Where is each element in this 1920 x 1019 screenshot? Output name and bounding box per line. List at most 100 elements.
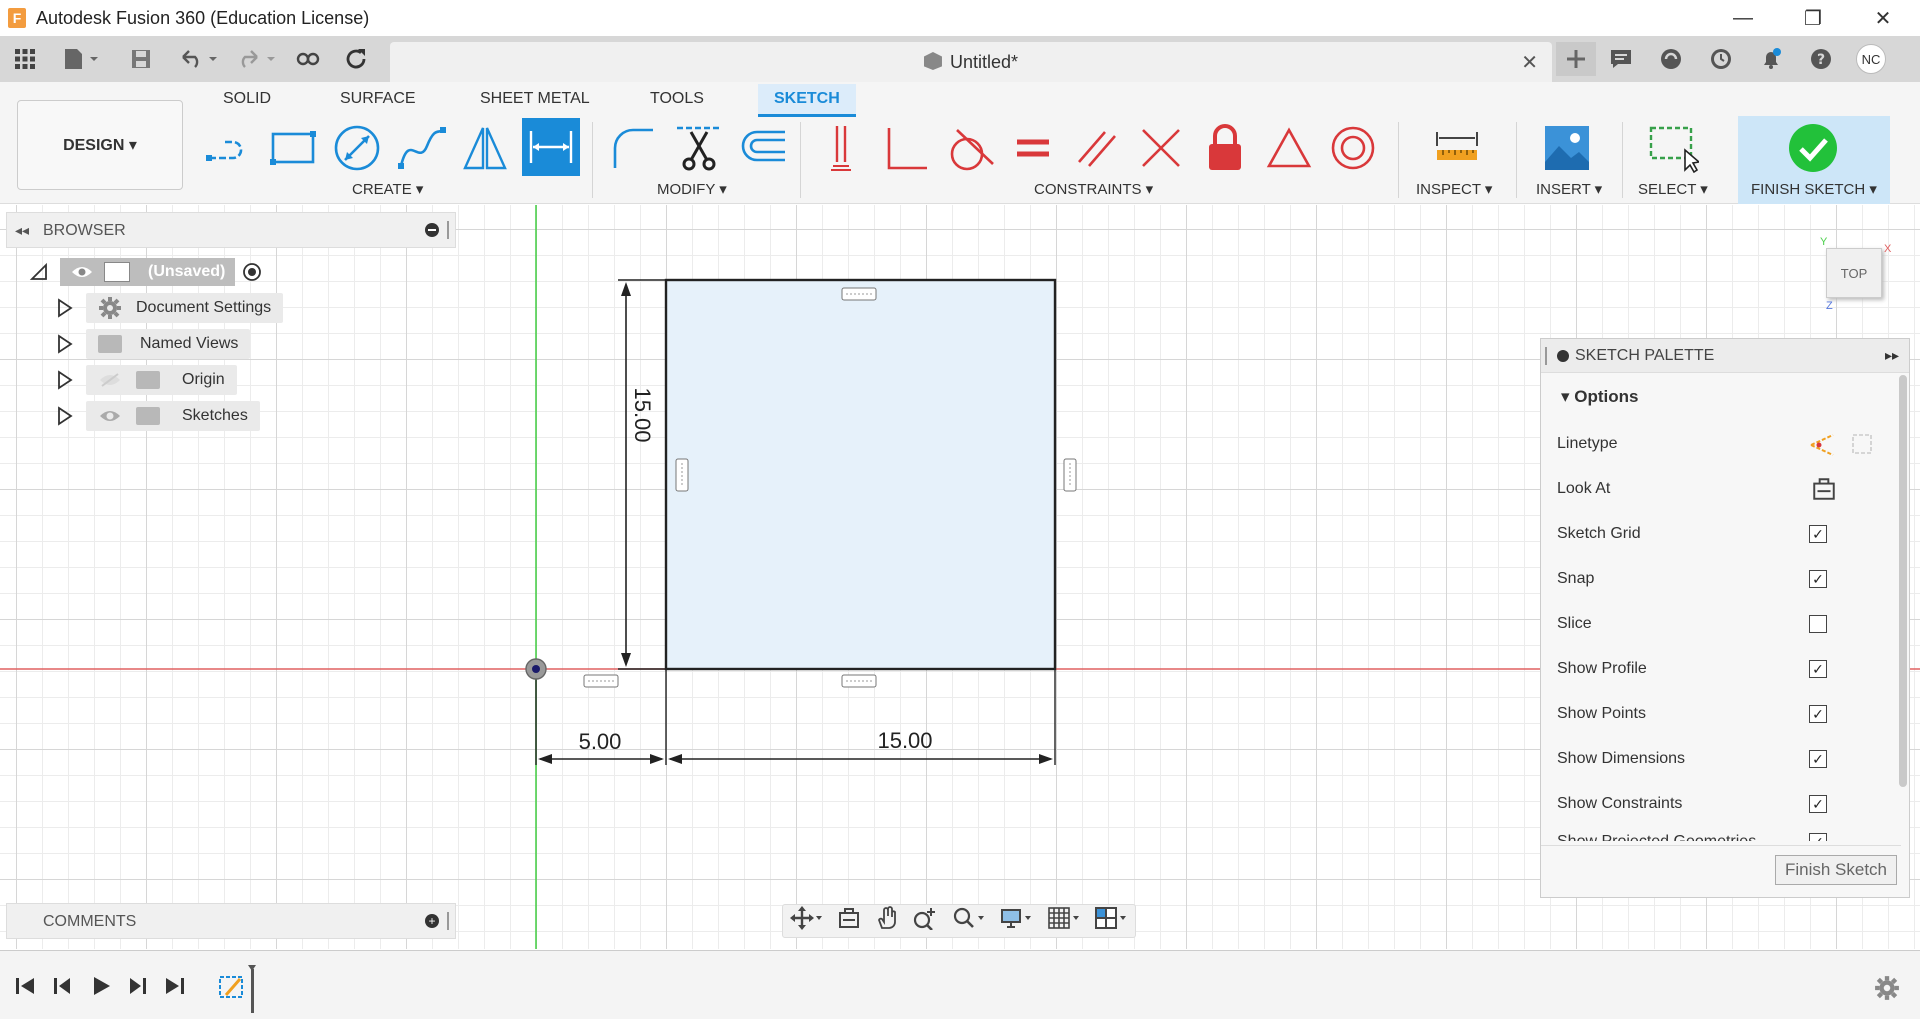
options-section-toggle[interactable]: ▾ Options: [1561, 387, 1638, 407]
zoom-icon[interactable]: [912, 906, 938, 936]
dimension-height-text[interactable]: 15.00: [622, 387, 662, 442]
concentric-constraint-icon[interactable]: [1324, 120, 1382, 176]
palette-minimize-icon[interactable]: [1557, 350, 1569, 362]
line-tool-icon[interactable]: [200, 120, 258, 176]
finish-sketch-dropdown[interactable]: FINISH SKETCH ▾: [1751, 180, 1877, 198]
show-points-checkbox[interactable]: ✓: [1809, 705, 1827, 723]
browser-item-sketches[interactable]: Sketches: [56, 401, 260, 431]
modify-group-dropdown[interactable]: MODIFY ▾: [657, 180, 727, 198]
step-forward-icon[interactable]: [126, 975, 148, 1003]
show-constraints-checkbox[interactable]: ✓: [1809, 795, 1827, 813]
extensions-icon[interactable]: [1646, 42, 1696, 76]
triangle-constraint-icon[interactable]: [1260, 120, 1318, 176]
data-panel-grid-icon[interactable]: [10, 44, 40, 74]
constraints-group-dropdown[interactable]: CONSTRAINTS ▾: [1034, 180, 1153, 198]
browser-item-origin[interactable]: Origin: [56, 365, 237, 395]
insert-image-icon[interactable]: [1538, 120, 1596, 176]
equal-constraint-icon[interactable]: [1004, 120, 1062, 176]
play-icon[interactable]: [90, 975, 112, 1003]
comments-pin-icon[interactable]: [447, 912, 449, 930]
step-back-icon[interactable]: [52, 975, 74, 1003]
browser-minimize-icon[interactable]: [425, 223, 439, 237]
create-group-dropdown[interactable]: CREATE ▾: [352, 180, 423, 198]
tab-surface[interactable]: SURFACE: [340, 90, 416, 108]
visibility-hidden-eye-icon[interactable]: [98, 372, 122, 388]
document-tab[interactable]: Untitled* ✕: [390, 42, 1552, 82]
mirror-tool-icon[interactable]: [456, 120, 514, 176]
look-at-camera-icon[interactable]: [1811, 476, 1837, 502]
construction-linetype-icon[interactable]: [1807, 431, 1837, 457]
add-comment-icon[interactable]: +: [425, 914, 439, 928]
show-projected-geometries-checkbox[interactable]: ✓: [1809, 833, 1827, 841]
dimension-width-text[interactable]: 15.00: [870, 728, 940, 754]
tab-sheet-metal[interactable]: SHEET METAL: [480, 90, 590, 108]
user-avatar[interactable]: NC: [1856, 44, 1886, 74]
close-window-button[interactable]: ✕: [1848, 0, 1918, 36]
look-at-icon[interactable]: [837, 906, 861, 936]
comments-panel[interactable]: COMMENTS +: [6, 903, 456, 939]
dimension-tool-icon[interactable]: [522, 118, 580, 176]
timeline-sketch-feature-icon[interactable]: [216, 963, 260, 1019]
expand-arrow-icon[interactable]: [56, 334, 74, 354]
viewports-icon[interactable]: [1094, 906, 1128, 936]
select-group-dropdown[interactable]: SELECT ▾: [1638, 180, 1708, 198]
palette-expand-icon[interactable]: ▸▸: [1885, 347, 1899, 364]
tab-tools[interactable]: TOOLS: [650, 90, 704, 108]
browser-pin-icon[interactable]: [447, 221, 449, 239]
help-icon[interactable]: ?: [1796, 42, 1846, 76]
parallel-constraint-icon[interactable]: [1068, 120, 1126, 176]
measure-ruler-icon[interactable]: [1428, 120, 1486, 176]
orbit-icon[interactable]: [789, 906, 824, 936]
coincident-perpendicular-icon[interactable]: [876, 120, 934, 176]
expand-arrow-icon[interactable]: [56, 298, 74, 318]
visibility-eye-icon[interactable]: [70, 264, 94, 280]
show-profile-checkbox[interactable]: ✓: [1809, 660, 1827, 678]
notifications-bell-icon[interactable]: [1746, 42, 1796, 76]
timeline-settings-gear-icon[interactable]: [1874, 975, 1900, 1007]
view-cube[interactable]: TOP: [1826, 248, 1882, 298]
fix-lock-icon[interactable]: [1196, 120, 1254, 176]
go-to-start-icon[interactable]: [14, 975, 36, 1003]
new-tab-plus-icon[interactable]: [1556, 42, 1596, 76]
browser-item-named-views[interactable]: Named Views: [56, 329, 251, 359]
refresh-icon[interactable]: [340, 44, 372, 74]
palette-scrollbar[interactable]: [1899, 375, 1907, 787]
view-cube-top-face[interactable]: TOP: [1841, 266, 1868, 281]
rectangle-tool-icon[interactable]: [264, 120, 322, 176]
pan-hand-icon[interactable]: [875, 906, 899, 936]
go-to-end-icon[interactable]: [164, 975, 186, 1003]
spline-tool-icon[interactable]: [392, 120, 450, 176]
expand-root-icon[interactable]: [28, 261, 50, 283]
palette-finish-sketch-button[interactable]: Finish Sketch: [1775, 855, 1897, 885]
finish-sketch-check-icon[interactable]: [1784, 120, 1842, 176]
fit-zoom-window-icon[interactable]: [952, 906, 986, 936]
expand-arrow-icon[interactable]: [56, 406, 74, 426]
collapse-browser-icon[interactable]: ◂◂: [15, 222, 29, 239]
connect-link-icon[interactable]: [292, 44, 324, 74]
insert-group-dropdown[interactable]: INSERT ▾: [1536, 180, 1602, 198]
horizontal-vertical-constraint-icon[interactable]: [812, 120, 870, 176]
tangent-constraint-icon[interactable]: [940, 120, 998, 176]
fillet-tool-icon[interactable]: [604, 120, 662, 176]
browser-root-row[interactable]: (Unsaved): [28, 257, 263, 287]
slice-checkbox[interactable]: [1809, 615, 1827, 633]
tab-sketch[interactable]: SKETCH: [758, 84, 856, 117]
offset-tool-icon[interactable]: [734, 120, 792, 176]
undo-icon[interactable]: [176, 44, 222, 74]
activate-radio-icon[interactable]: [241, 261, 263, 283]
comment-chat-icon[interactable]: [1596, 42, 1646, 76]
redo-icon[interactable]: [234, 44, 280, 74]
inspect-group-dropdown[interactable]: INSPECT ▾: [1416, 180, 1492, 198]
circle-tool-icon[interactable]: [328, 120, 386, 176]
close-tab-icon[interactable]: ✕: [1521, 50, 1538, 75]
workspace-design-dropdown[interactable]: DESIGN ▾: [17, 100, 183, 190]
show-dimensions-checkbox[interactable]: ✓: [1809, 750, 1827, 768]
file-menu-icon[interactable]: [60, 44, 104, 74]
job-status-clock-icon[interactable]: [1696, 42, 1746, 76]
browser-item-document-settings[interactable]: Document Settings: [56, 293, 284, 323]
sketch-grid-checkbox[interactable]: ✓: [1809, 525, 1827, 543]
display-settings-icon[interactable]: [999, 906, 1033, 936]
tab-solid[interactable]: SOLID: [223, 90, 271, 108]
visibility-eye-icon[interactable]: [98, 408, 122, 424]
grid-snaps-icon[interactable]: [1047, 906, 1081, 936]
